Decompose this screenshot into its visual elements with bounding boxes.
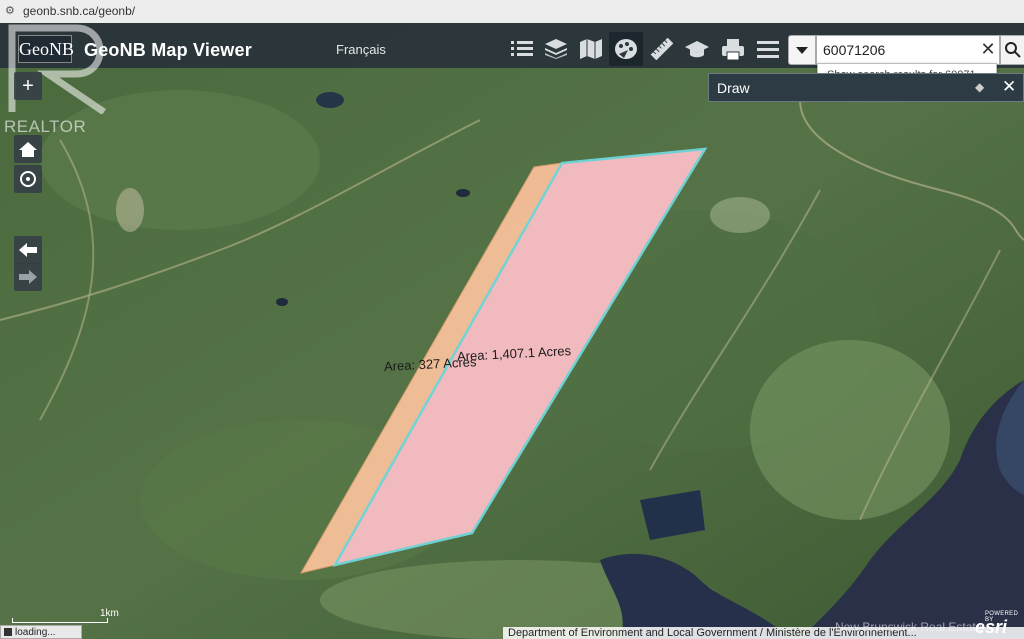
scale-bar (12, 618, 108, 623)
site-settings-icon[interactable]: ⚙ (5, 5, 17, 17)
map-canvas[interactable]: Area: 327 Acres Area: 1,407.1 Acres (0, 23, 1024, 639)
list-icon (511, 41, 533, 56)
print-button[interactable] (716, 32, 750, 66)
arrow-left-icon (19, 243, 37, 257)
close-icon: ✕ (980, 39, 996, 59)
pond (456, 189, 470, 197)
loading-icon (4, 628, 12, 636)
loading-text: loading... (15, 627, 56, 638)
realtor-watermark-logo (8, 24, 106, 114)
clearing (750, 340, 950, 520)
zoom-in-button[interactable]: + (14, 72, 42, 100)
browser-url-bar[interactable]: ⚙ geonb.snb.ca/geonb/ (0, 0, 1024, 24)
collapse-icon[interactable]: ◆ (975, 80, 984, 94)
ruler-icon (650, 38, 674, 60)
plus-icon: + (22, 74, 34, 97)
draw-button[interactable] (609, 32, 643, 66)
loading-status: loading... (0, 625, 82, 639)
draw-panel: Draw ◆ ✕ (708, 73, 1024, 102)
layers-icon (545, 39, 567, 59)
scale-label: 1km (100, 608, 119, 619)
education-button[interactable] (680, 32, 714, 66)
locate-icon (20, 171, 36, 187)
clearing (710, 197, 770, 233)
draw-icon (615, 39, 637, 59)
layers-button[interactable] (539, 32, 573, 66)
measure-button[interactable] (645, 32, 679, 66)
menu-button[interactable] (751, 32, 785, 66)
search-icon (1005, 42, 1021, 58)
esri-logo[interactable]: esri (975, 617, 1007, 638)
search-input[interactable] (816, 35, 990, 65)
pond (316, 92, 344, 108)
clearing (116, 188, 144, 232)
print-icon (722, 39, 744, 60)
arrow-right-icon (19, 270, 37, 284)
language-link[interactable]: Français (336, 42, 386, 57)
back-extent-button[interactable] (14, 236, 42, 264)
basemap-button[interactable] (574, 32, 608, 66)
search-button[interactable] (1000, 35, 1024, 65)
aerial-imagery (0, 23, 1024, 639)
locate-button[interactable] (14, 165, 42, 193)
url-text[interactable]: geonb.snb.ca/geonb/ (23, 4, 135, 18)
menu-icon (757, 41, 779, 58)
map-icon (580, 39, 602, 59)
search-scope-dropdown[interactable] (788, 35, 816, 65)
legend-button[interactable] (505, 32, 539, 66)
draw-panel-title: Draw (717, 80, 750, 96)
close-icon[interactable]: ✕ (1002, 77, 1016, 97)
graduation-cap-icon (685, 41, 709, 58)
realtor-watermark: REALTOR (4, 117, 87, 136)
attribution-watermark: New Brunswick Real Estate (835, 620, 983, 634)
search-clear-button[interactable]: ✕ (977, 35, 1000, 65)
home-icon (19, 142, 37, 157)
pond (276, 298, 288, 306)
home-button[interactable] (14, 135, 42, 163)
chevron-down-icon (796, 47, 808, 54)
forward-extent-button[interactable] (14, 263, 42, 291)
